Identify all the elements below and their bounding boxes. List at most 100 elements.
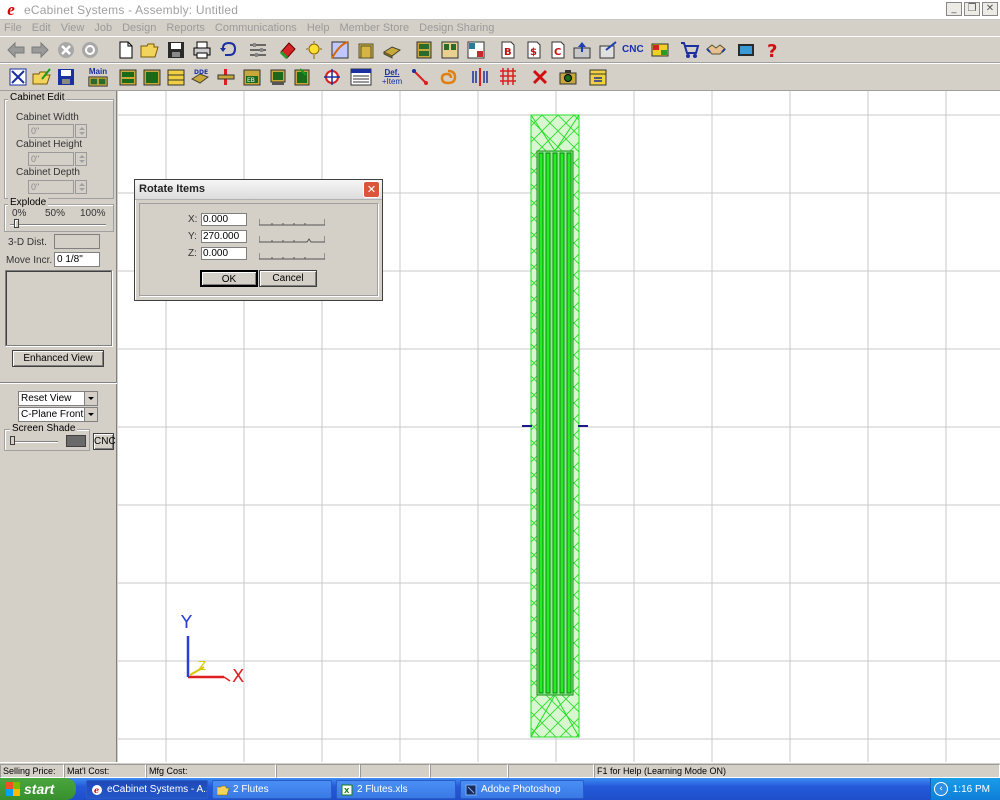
cabinet-icon[interactable] — [414, 40, 434, 60]
materials-icon[interactable] — [278, 40, 298, 60]
dialog-close-button[interactable]: ✕ — [363, 181, 380, 198]
layout-icon[interactable] — [466, 40, 486, 60]
back-arrow-icon[interactable] — [6, 40, 26, 60]
refresh-icon[interactable] — [80, 40, 100, 60]
hardware-icon[interactable] — [292, 67, 312, 87]
cabinet-width-spinner[interactable] — [75, 124, 87, 138]
menu-view[interactable]: View — [61, 22, 85, 34]
edgeband-icon[interactable]: EB — [242, 67, 262, 87]
cnc-button[interactable]: CNC — [93, 433, 116, 450]
cabinet-width-input[interactable]: 0" — [28, 124, 74, 138]
cost-report-icon[interactable]: $ — [524, 40, 544, 60]
camera-icon[interactable] — [558, 67, 578, 87]
main-button[interactable]: Main — [86, 67, 110, 87]
ok-button[interactable]: OK — [200, 270, 258, 287]
menu-design[interactable]: Design — [122, 22, 156, 34]
menu-design-sharing[interactable]: Design Sharing — [419, 22, 494, 34]
door-drawer-icon[interactable]: DDE — [190, 67, 210, 87]
enhanced-view-button[interactable]: Enhanced View — [12, 350, 104, 367]
rotate-x-input[interactable]: 0.000 — [201, 213, 247, 226]
options-icon[interactable] — [248, 40, 268, 60]
restore-button[interactable]: ❐ — [964, 2, 980, 16]
rotate-x-slider[interactable] — [258, 217, 326, 226]
cnc-text-button[interactable]: CNC — [622, 40, 646, 60]
open-edit-icon[interactable] — [32, 67, 52, 87]
upload-icon[interactable] — [572, 40, 592, 60]
rotate-z-slider[interactable] — [258, 251, 326, 260]
menu-help[interactable]: Help — [307, 22, 330, 34]
task-ecabinet[interactable]: e eCabinet Systems - A... — [86, 780, 208, 799]
cplane-select[interactable]: C-Plane Front — [18, 407, 98, 422]
task-2-flutes-xls[interactable]: X 2 Flutes.xls — [336, 780, 456, 799]
rotate-y-input[interactable]: 270.000 — [201, 230, 247, 243]
profile-icon[interactable] — [330, 40, 350, 60]
video-icon[interactable] — [736, 40, 756, 60]
rotate-z-input[interactable]: 0.000 — [201, 247, 247, 260]
explode-slider-thumb[interactable] — [14, 219, 19, 228]
molding-icon[interactable] — [356, 40, 376, 60]
base-cabinet-icon[interactable] — [118, 67, 138, 87]
measure-icon[interactable] — [588, 67, 608, 87]
cabinet-depth-input[interactable]: 0" — [28, 180, 74, 194]
chevron-down-icon[interactable] — [84, 392, 97, 405]
cabinet-height-input[interactable]: 0" — [28, 152, 74, 166]
edit-cabinet-icon[interactable] — [8, 67, 28, 87]
toekick-icon[interactable] — [268, 67, 288, 87]
menu-member-store[interactable]: Member Store — [339, 22, 409, 34]
delete-icon[interactable] — [530, 67, 550, 87]
send-icon[interactable] — [598, 40, 618, 60]
stop-icon[interactable] — [56, 40, 76, 60]
bid-report-icon[interactable]: B — [498, 40, 518, 60]
minimize-button[interactable]: _ — [946, 2, 962, 16]
shelf-icon[interactable] — [216, 67, 236, 87]
dialog-title-bar[interactable]: Rotate Items ✕ — [135, 180, 382, 200]
mirror-icon[interactable] — [470, 67, 490, 87]
move-incr-input[interactable]: 0 1/8" — [54, 252, 100, 267]
tray-chevron-icon[interactable]: ‹ — [934, 782, 948, 796]
help-icon[interactable]: ? — [762, 40, 782, 60]
close-window-button[interactable]: ✕ — [982, 2, 998, 16]
menu-communications[interactable]: Communications — [215, 22, 297, 34]
def-item-button[interactable]: Def. +Item — [380, 67, 404, 87]
clock[interactable]: 1:16 PM — [953, 784, 990, 795]
move-point-icon[interactable] — [410, 67, 430, 87]
rotate-y-slider[interactable] — [258, 234, 326, 243]
save-icon[interactable] — [166, 40, 186, 60]
screen-shade-slider[interactable] — [10, 441, 58, 443]
nesting-icon[interactable] — [650, 40, 670, 60]
room-icon[interactable] — [440, 40, 460, 60]
fluted-part[interactable] — [530, 114, 580, 738]
menu-reports[interactable]: Reports — [166, 22, 205, 34]
shopping-cart-icon[interactable] — [680, 40, 700, 60]
undo-icon[interactable] — [218, 40, 238, 60]
assembly-list-icon[interactable] — [350, 67, 372, 87]
reset-view-select[interactable]: Reset View — [18, 391, 98, 406]
wall-cabinet-icon[interactable] — [142, 67, 162, 87]
panel-icon[interactable] — [382, 40, 402, 60]
rotate-icon[interactable] — [322, 67, 342, 87]
lighting-icon[interactable] — [304, 40, 324, 60]
drawer-icon[interactable] — [166, 67, 186, 87]
cancel-button[interactable]: Cancel — [259, 270, 317, 287]
open-folder-icon[interactable] — [140, 40, 160, 60]
chevron-down-icon[interactable] — [84, 408, 97, 421]
shade-color-swatch[interactable] — [66, 435, 86, 447]
swirl-icon[interactable] — [438, 67, 458, 87]
array-icon[interactable] — [498, 67, 518, 87]
print-icon[interactable] — [192, 40, 212, 60]
cabinet-height-spinner[interactable] — [75, 152, 87, 166]
menu-job[interactable]: Job — [94, 22, 112, 34]
dist3d-field[interactable] — [54, 234, 100, 249]
new-file-icon[interactable] — [116, 40, 136, 60]
cabinet-depth-spinner[interactable] — [75, 180, 87, 194]
explode-slider-track[interactable] — [10, 224, 106, 226]
handshake-icon[interactable] — [706, 40, 726, 60]
start-button[interactable]: start — [0, 778, 76, 800]
task-2-flutes-folder[interactable]: 2 Flutes — [212, 780, 332, 799]
cutlist-report-icon[interactable]: C — [548, 40, 568, 60]
task-adobe-photoshop[interactable]: Adobe Photoshop — [460, 780, 584, 799]
forward-arrow-icon[interactable] — [30, 40, 50, 60]
menu-file[interactable]: File — [4, 22, 22, 34]
menu-edit[interactable]: Edit — [32, 22, 51, 34]
save-edit-icon[interactable] — [56, 67, 76, 87]
